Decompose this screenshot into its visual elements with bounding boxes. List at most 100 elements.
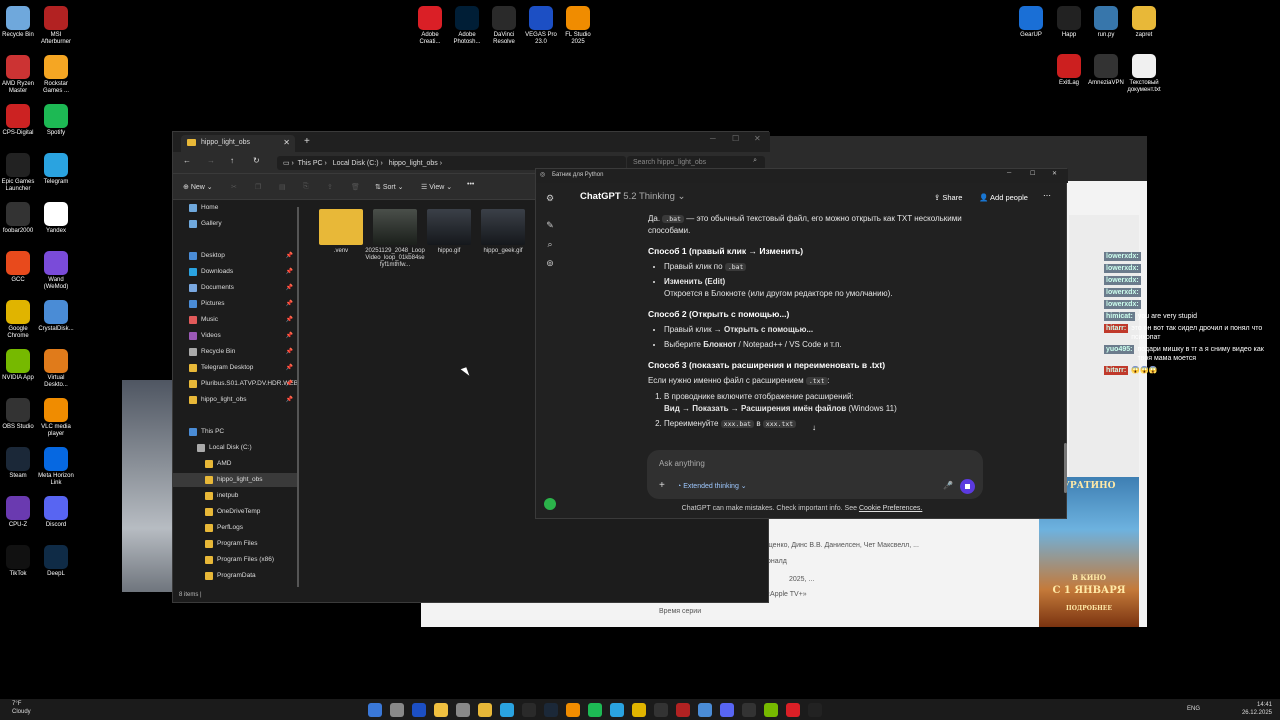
taskbar-app-icon[interactable]	[786, 703, 800, 717]
plus-icon[interactable]: +	[659, 480, 665, 491]
desktop-icon[interactable]: AMD Ryzen Master	[0, 55, 38, 95]
desktop-icon[interactable]: Virtual Deskto...	[36, 349, 76, 389]
desktop-icon[interactable]: GearUP	[1011, 6, 1051, 39]
desktop-icon[interactable]: Yandex	[36, 202, 76, 235]
sidebar-item[interactable]: Videos 📌	[173, 329, 297, 343]
desktop-icon[interactable]: Epic Games Launcher	[0, 153, 38, 193]
sidebar-scrollbar[interactable]	[297, 207, 299, 587]
sidebar-item[interactable]: Downloads 📌	[173, 265, 297, 279]
close-icon[interactable]: ✕	[1052, 170, 1057, 177]
sidebar-item[interactable]: Desktop 📌	[173, 249, 297, 263]
prompt-input[interactable]: Ask anything + ◔ Extended thinking ⌄ 🎤	[647, 450, 983, 499]
sidebar-item[interactable]: Recycle Bin 📌	[173, 345, 297, 359]
close-tab-icon[interactable]: ✕	[283, 138, 290, 147]
desktop-icon[interactable]: TikTok	[0, 545, 38, 578]
desktop-icon[interactable]: Recycle Bin	[0, 6, 38, 39]
maximize-icon[interactable]: ☐	[732, 134, 739, 143]
library-icon[interactable]: ⊚	[545, 258, 555, 268]
taskbar-app-icon[interactable]	[808, 703, 822, 717]
delete-icon[interactable]: 🗑	[351, 183, 360, 191]
sidebar-item[interactable]: Pluribus.S01.ATVP.DV.HDR.WEB 📌	[173, 377, 297, 391]
microphone-icon[interactable]: 🎤	[943, 481, 953, 490]
stop-button[interactable]	[960, 479, 975, 494]
desktop-icon[interactable]: VEGAS Pro 23.0	[521, 6, 561, 46]
sort-button[interactable]: ⇅ Sort ⌄	[375, 183, 403, 191]
taskbar-app-icon[interactable]	[522, 703, 536, 717]
openai-logo-icon[interactable]: ⚙	[545, 193, 555, 203]
taskbar-app-icon[interactable]	[412, 703, 426, 717]
taskbar-app-icon[interactable]	[544, 703, 558, 717]
up-icon[interactable]: ↑	[230, 156, 234, 165]
desktop-icon[interactable]: foobar2000	[0, 202, 38, 235]
desktop-icon[interactable]: CPU-Z	[0, 496, 38, 529]
desktop-icon[interactable]: Meta Horizon Link	[36, 447, 76, 487]
file-item[interactable]: hippo_geek.gif	[473, 209, 533, 255]
breadcrumb-item[interactable]: This PC	[298, 160, 323, 167]
desktop-icon[interactable]: Steam	[0, 447, 38, 480]
minimize-icon[interactable]: ─	[710, 134, 716, 143]
share-icon[interactable]: ⇪	[327, 183, 333, 191]
taskbar-app-icon[interactable]	[742, 703, 756, 717]
cut-icon[interactable]: ✂	[231, 183, 237, 191]
taskbar-app-icon[interactable]	[434, 703, 448, 717]
sidebar-item[interactable]: Local Disk (C:)	[173, 441, 297, 455]
scroll-down-icon[interactable]: ↓	[812, 423, 816, 432]
desktop-icon[interactable]: DaVinci Resolve	[484, 6, 524, 46]
sidebar-item[interactable]: Gallery	[173, 217, 297, 231]
desktop-icon[interactable]: ExitLag	[1049, 54, 1089, 87]
forward-icon[interactable]: →	[207, 156, 215, 165]
desktop-icon[interactable]: zapret	[1124, 6, 1164, 39]
taskbar-app-icon[interactable]	[566, 703, 580, 717]
taskbar-app-icon[interactable]	[720, 703, 734, 717]
taskbar-app-icon[interactable]	[390, 703, 404, 717]
model-selector[interactable]: ChatGPT 5.2 Thinking ⌄	[580, 191, 685, 202]
sidebar-item[interactable]: Documents 📌	[173, 281, 297, 295]
add-people-button[interactable]: 👤 Add people	[979, 193, 1028, 202]
new-button[interactable]: ⊕ New ⌄	[183, 183, 213, 191]
more-icon[interactable]: ⋯	[1043, 191, 1051, 200]
sidebar-item[interactable]: Telegram Desktop 📌	[173, 361, 297, 375]
taskbar-app-icon[interactable]	[500, 703, 514, 717]
rename-icon[interactable]: ⎘	[303, 183, 309, 191]
desktop-icon[interactable]: run.py	[1086, 6, 1126, 39]
desktop-icon[interactable]: Happ	[1049, 6, 1089, 39]
sidebar-item[interactable]: Pictures 📌	[173, 297, 297, 311]
view-button[interactable]: ☰ View ⌄	[421, 183, 452, 191]
explorer-tab[interactable]: hippo_light_obs ✕	[181, 135, 295, 152]
desktop-icon[interactable]: Rockstar Games ...	[36, 55, 76, 95]
taskbar-app-icon[interactable]	[654, 703, 668, 717]
desktop-icon[interactable]: NVIDIA App	[0, 349, 38, 382]
search-icon[interactable]: ⌕	[545, 239, 555, 249]
taskbar-app-icon[interactable]	[588, 703, 602, 717]
desktop-icon[interactable]: Adobe Creati...	[410, 6, 450, 46]
sidebar-item[interactable]: ProgramData	[173, 569, 297, 583]
language-indicator[interactable]: ENG	[1187, 705, 1200, 713]
maximize-icon[interactable]: ☐	[1030, 170, 1035, 177]
copy-icon[interactable]: ❐	[255, 183, 261, 191]
poster-button[interactable]: ПОДРОБНЕЕ	[1039, 605, 1139, 612]
sidebar-item[interactable]: Program Files	[173, 537, 297, 551]
sidebar-item[interactable]: PerfLogs	[173, 521, 297, 535]
cookie-preferences-link[interactable]: Cookie Preferences.	[859, 505, 922, 512]
desktop-icon[interactable]: OBS Studio	[0, 398, 38, 431]
chat-scrollbar[interactable]	[1064, 443, 1067, 493]
desktop-icon[interactable]: DeepL	[36, 545, 76, 578]
breadcrumb-item[interactable]: hippo_light_obs	[389, 160, 438, 167]
desktop-icon[interactable]: CPS-Digital	[0, 104, 38, 137]
breadcrumb-item[interactable]: Local Disk (C:)	[333, 160, 379, 167]
weather-widget[interactable]: 7°F Cloudy	[12, 700, 31, 716]
taskbar-app-icon[interactable]	[610, 703, 624, 717]
file-item[interactable]: hippo.gif	[419, 209, 479, 255]
taskbar-app-icon[interactable]	[632, 703, 646, 717]
sidebar-item[interactable]: Home	[173, 201, 297, 215]
share-button[interactable]: ⇪ Share	[934, 193, 962, 202]
sidebar-item[interactable]: hippo_light_obs 📌	[173, 393, 297, 407]
minimize-icon[interactable]: ─	[1007, 170, 1011, 176]
sidebar-item[interactable]: Music 📌	[173, 313, 297, 327]
system-tray[interactable]: ENG 14:41 26.12.2025	[1187, 701, 1272, 717]
taskbar-app-icon[interactable]	[764, 703, 778, 717]
file-item[interactable]: .venv	[311, 209, 371, 255]
desktop-icon[interactable]: Google Chrome	[0, 300, 38, 340]
desktop-icon[interactable]: Adobe Photosh...	[447, 6, 487, 46]
desktop-icon[interactable]: GCC	[0, 251, 38, 284]
